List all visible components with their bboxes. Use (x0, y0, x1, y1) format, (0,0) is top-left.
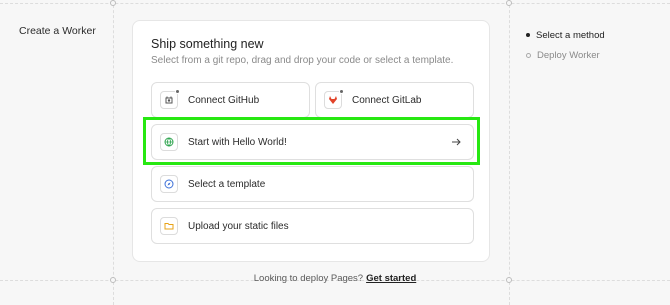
status-dot (339, 89, 344, 94)
ship-card: Ship something new Select from a git rep… (132, 20, 490, 262)
get-started-link[interactable]: Get started (366, 273, 416, 284)
upload-files-button[interactable]: Upload your static files (151, 208, 474, 244)
status-dot (175, 89, 180, 94)
card-subtitle: Select from a git repo, drag and drop yo… (151, 55, 454, 66)
footer: Looking to deploy Pages? Get started (0, 273, 670, 284)
card-title: Ship something new (151, 37, 264, 51)
page: Create a Worker Ship something new Selec… (0, 0, 670, 305)
arrow-right-icon (449, 135, 463, 149)
step-select-method: Select a method (526, 25, 605, 45)
page-title: Create a Worker (19, 25, 96, 37)
gitlab-icon (324, 89, 344, 109)
step-deploy-worker: Deploy Worker (526, 45, 605, 65)
footer-text: Looking to deploy Pages? (253, 273, 364, 284)
select-template-button[interactable]: Select a template (151, 166, 474, 202)
connect-gitlab-button[interactable]: Connect GitLab (315, 82, 474, 118)
github-icon (160, 89, 180, 109)
corner-handle (506, 0, 512, 6)
connect-github-label: Connect GitHub (188, 94, 260, 106)
hello-world-button[interactable]: Start with Hello World! (151, 124, 474, 160)
step-label: Select a method (536, 29, 605, 41)
step-bullet (526, 33, 530, 37)
steps-list: Select a method Deploy Worker (526, 25, 605, 65)
guide-line (509, 0, 510, 305)
compass-icon (160, 175, 178, 193)
connect-github-button[interactable]: Connect GitHub (151, 82, 310, 118)
hello-world-label: Start with Hello World! (188, 136, 287, 148)
corner-handle (110, 0, 116, 6)
connect-gitlab-label: Connect GitLab (352, 94, 422, 106)
guide-line (0, 3, 670, 4)
globe-icon (160, 133, 178, 151)
folder-icon (160, 217, 178, 235)
step-label: Deploy Worker (537, 49, 600, 61)
upload-files-label: Upload your static files (188, 220, 289, 232)
select-template-label: Select a template (188, 178, 266, 190)
step-bullet (526, 52, 531, 58)
guide-line (113, 0, 114, 305)
